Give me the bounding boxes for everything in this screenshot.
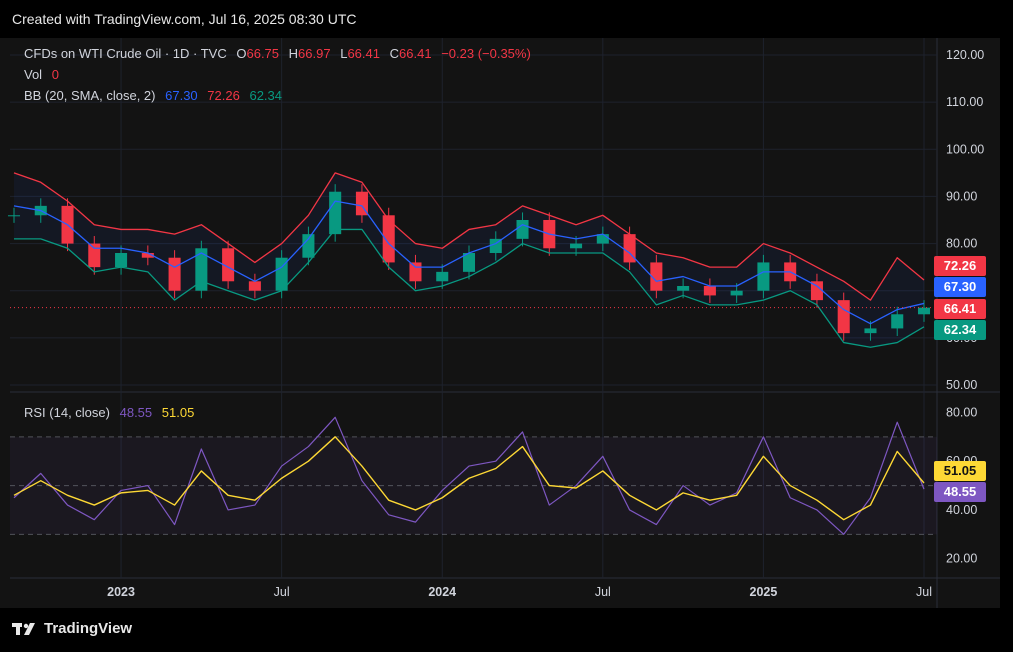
candle-body [570,243,583,249]
time-tick-label: Jul [274,585,290,599]
volume-label[interactable]: Vol [24,67,42,82]
top-bar: Created with TradingView.com, Jul 16, 20… [0,0,1013,38]
high-label: H [288,46,299,61]
upper-band-tag: 72.26 [934,256,986,276]
rsi-ma-value: 51.05 [161,405,195,420]
candle-body [917,307,931,315]
time-tick-label: 2025 [750,585,778,599]
rsi-tag: 48.55 [934,482,986,502]
symbol-label[interactable]: CFDs on WTI Crude Oil · 1D · TVC [24,46,227,61]
bb-lower-value: 62.34 [249,88,283,103]
volume-value: 0 [51,67,59,82]
time-tick-label: Jul [595,585,611,599]
candle-body [516,220,529,239]
open-value: 66.75 [246,46,280,61]
candle-body [7,215,21,217]
time-tick-label: 2023 [107,585,135,599]
legend-bb-row: BB (20, SMA, close, 2) 67.30 72.26 62.34 [24,88,288,103]
price-tick-label: 90.00 [946,189,977,203]
legend-volume-row: Vol 0 [24,67,65,82]
candle-body [703,286,716,296]
candle-body [382,215,395,263]
lower-band-tag: 62.34 [934,320,986,340]
low-value: 66.41 [347,46,380,61]
rsi-tick-label: 40.00 [946,503,977,517]
tradingview-logo-icon [12,622,35,635]
time-tick-label: 2024 [428,585,456,599]
legend-rsi-row: RSI (14, close) 48.55 51.05 [24,405,200,420]
rsi-ma-tag: 51.05 [934,461,986,481]
last-price-tag: 66.41 [934,299,986,319]
change-value: −0.23 (−0.35%) [441,46,531,61]
bb-basis-value: 67.30 [165,88,198,103]
bb-label[interactable]: BB (20, SMA, close, 2) [24,88,156,103]
close-value: 66.41 [399,46,432,61]
open-label: O [236,46,247,61]
candle-body [891,314,904,329]
created-caption: Created with TradingView.com, Jul 16, 20… [12,11,357,27]
footer-brand[interactable]: TradingView [12,620,132,637]
candle-body [730,290,743,296]
price-tick-label: 50.00 [946,378,977,392]
bb-upper-value: 72.26 [207,88,240,103]
candle-body [677,286,690,291]
price-tick-label: 80.00 [946,237,977,251]
footer-brand-name: TradingView [44,620,133,637]
close-label: C [389,46,400,61]
price-tick-label: 100.00 [946,142,984,156]
time-tick-label: Jul [916,585,932,599]
candle-body [329,191,342,235]
candle-body [115,253,128,268]
candle-body [409,262,422,282]
candle-body [248,281,261,291]
rsi-plot [10,416,937,535]
rsi-tick-label: 80.00 [946,405,977,419]
basis-tag: 67.30 [934,277,986,297]
rsi-tick-label: 20.00 [946,552,977,566]
candle-body [436,271,449,282]
high-value: 66.97 [298,46,331,61]
candle-body [757,262,770,291]
candle-body [864,328,877,334]
price-plot [7,172,937,348]
rsi-value: 48.55 [119,405,153,420]
rsi-label[interactable]: RSI (14, close) [24,405,110,420]
candle-body [168,257,181,291]
price-tick-label: 120.00 [946,48,984,62]
candle-body [88,243,101,268]
candle-body [302,234,315,258]
chart-canvas[interactable]: 120.00110.00100.0090.0080.0070.0060.0050… [0,38,1000,608]
price-tick-label: 110.00 [946,95,983,109]
candle-body [596,234,609,244]
legend-ohlc-row: CFDs on WTI Crude Oil · 1D · TVC O66.75 … [24,46,537,61]
